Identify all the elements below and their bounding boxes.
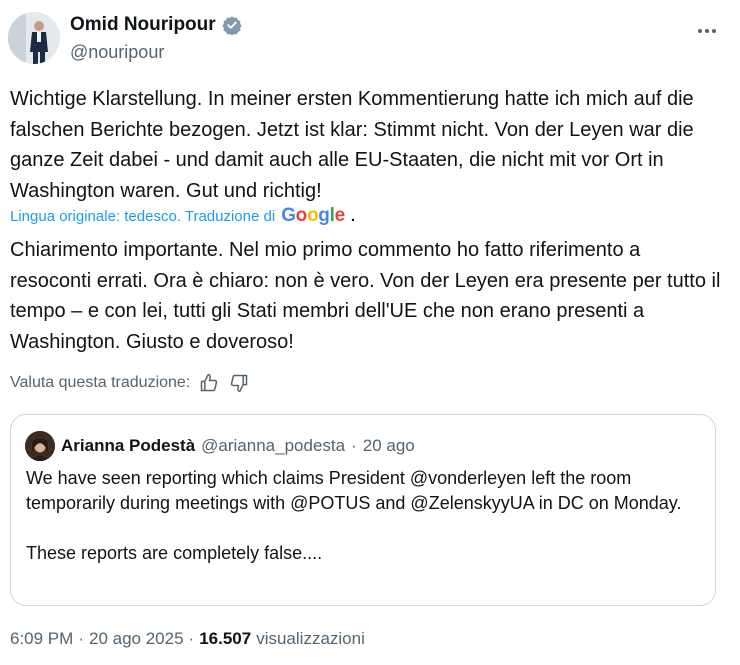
tweet-original-text: Wichtige Klarstellung. In meiner ersten … bbox=[10, 88, 694, 202]
avatar-image bbox=[8, 12, 60, 64]
views-count: 16.507 bbox=[199, 629, 252, 648]
meta-separator: · bbox=[78, 629, 84, 648]
quoted-author-name[interactable]: Arianna Podestà bbox=[61, 436, 195, 456]
views-label: visualizzazioni bbox=[256, 629, 365, 648]
avatar[interactable] bbox=[8, 12, 60, 64]
author-name[interactable]: Omid Nouripour bbox=[70, 14, 216, 36]
tweet-translated-text: Chiarimento importante. Nel mio primo co… bbox=[10, 239, 721, 353]
more-options-icon[interactable] bbox=[692, 16, 722, 46]
thumbs-down-icon[interactable] bbox=[228, 372, 250, 394]
quoted-separator: · bbox=[351, 436, 357, 455]
quoted-tweet-header: Arianna Podestà @arianna_podesta · 20 ag… bbox=[25, 431, 415, 461]
quoted-avatar[interactable] bbox=[25, 431, 55, 461]
author-name-row: Omid Nouripour bbox=[70, 14, 242, 36]
quoted-author-handle[interactable]: @arianna_podesta bbox=[201, 436, 345, 456]
quoted-tweet[interactable]: Arianna Podestà @arianna_podesta · 20 ag… bbox=[10, 414, 716, 606]
tweet-time[interactable]: 6:09 PM bbox=[10, 629, 73, 649]
tweet-meta: 6:09 PM · 20 ago 2025 · 16.507 visualizz… bbox=[10, 629, 365, 649]
tweet-date[interactable]: 20 ago 2025 bbox=[89, 629, 184, 649]
rate-translation-label: Valuta questa traduzione: bbox=[10, 374, 191, 391]
quoted-time[interactable]: 20 ago bbox=[363, 436, 415, 456]
author-handle[interactable]: @nouripour bbox=[70, 42, 164, 63]
quoted-tweet-text: We have seen reporting which claims Pres… bbox=[26, 468, 682, 563]
thumbs-up-icon[interactable] bbox=[198, 372, 220, 394]
google-logo[interactable]: Google bbox=[281, 205, 345, 227]
tweet-header: Omid Nouripour @nouripour bbox=[8, 12, 732, 68]
translation-note: Lingua originale: tedesco. Traduzione di… bbox=[10, 205, 355, 227]
rate-translation-row: Valuta questa traduzione: bbox=[10, 372, 250, 394]
meta-separator: · bbox=[188, 629, 195, 648]
translation-note-label[interactable]: Lingua originale: tedesco. Traduzione di bbox=[10, 208, 275, 225]
translation-note-end: . bbox=[350, 207, 356, 225]
verified-badge-icon bbox=[221, 15, 242, 36]
